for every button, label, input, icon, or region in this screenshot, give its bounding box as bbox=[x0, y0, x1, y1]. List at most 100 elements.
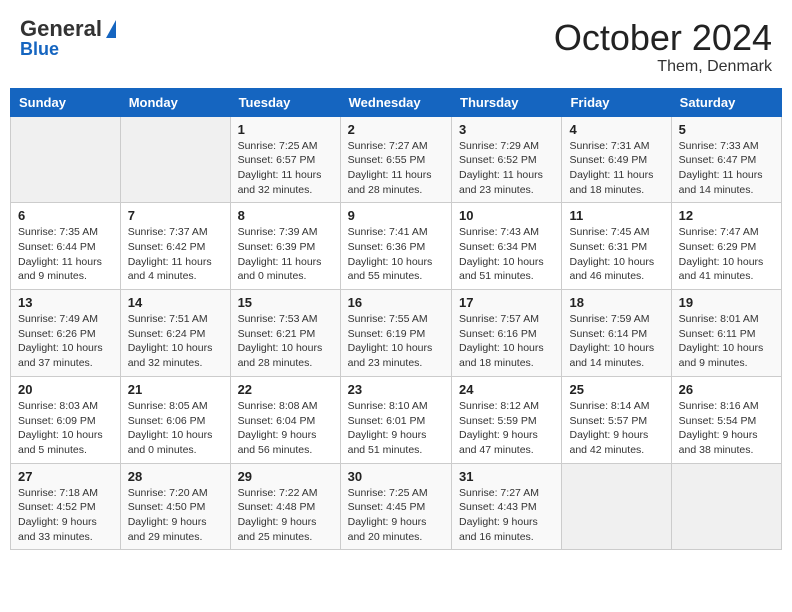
weekday-header-tuesday: Tuesday bbox=[230, 88, 340, 116]
calendar-week-2: 6 Sunrise: 7:35 AMSunset: 6:44 PMDaylight… bbox=[11, 203, 782, 290]
day-info: Sunrise: 7:47 AMSunset: 6:29 PMDaylight:… bbox=[679, 225, 774, 284]
day-info: Sunrise: 7:57 AMSunset: 6:16 PMDaylight:… bbox=[459, 312, 554, 371]
calendar-week-4: 20 Sunrise: 8:03 AMSunset: 6:09 PMDayligh… bbox=[11, 376, 782, 463]
calendar-cell: 22Sunrise: 8:08 AMSunset: 6:04 PMDayligh… bbox=[230, 376, 340, 463]
day-info: Sunrise: 7:41 AMSunset: 6:36 PMDaylight:… bbox=[348, 225, 444, 284]
calendar-cell: 8 Sunrise: 7:39 AMSunset: 6:39 PMDaylight… bbox=[230, 203, 340, 290]
calendar-cell: 16Sunrise: 7:55 AMSunset: 6:19 PMDayligh… bbox=[340, 290, 451, 377]
day-number: 22 bbox=[238, 382, 333, 397]
day-info: Sunrise: 8:10 AMSunset: 6:01 PMDaylight:… bbox=[348, 399, 444, 458]
day-number: 21 bbox=[128, 382, 223, 397]
month-title: October 2024 Them, Denmark bbox=[554, 18, 772, 76]
calendar-cell: 6 Sunrise: 7:35 AMSunset: 6:44 PMDaylight… bbox=[11, 203, 121, 290]
month-year: October 2024 bbox=[554, 18, 772, 58]
day-info: Sunrise: 7:22 AMSunset: 4:48 PMDaylight:… bbox=[238, 486, 333, 545]
day-number: 11 bbox=[569, 208, 663, 223]
day-number: 6 bbox=[18, 208, 113, 223]
day-number: 20 bbox=[18, 382, 113, 397]
calendar-cell: 28Sunrise: 7:20 AMSunset: 4:50 PMDayligh… bbox=[120, 463, 230, 550]
calendar-cell: 7 Sunrise: 7:37 AMSunset: 6:42 PMDaylight… bbox=[120, 203, 230, 290]
weekday-header-sunday: Sunday bbox=[11, 88, 121, 116]
calendar-cell: 17 Sunrise: 7:57 AMSunset: 6:16 PMDayligh… bbox=[452, 290, 562, 377]
day-number: 28 bbox=[128, 469, 223, 484]
day-number: 12 bbox=[679, 208, 774, 223]
day-number: 8 bbox=[238, 208, 333, 223]
logo-text: General bbox=[20, 18, 102, 40]
day-number: 19 bbox=[679, 295, 774, 310]
calendar-cell: 19 Sunrise: 8:01 AMSunset: 6:11 PMDayligh… bbox=[671, 290, 781, 377]
day-number: 5 bbox=[679, 122, 774, 137]
weekday-header-saturday: Saturday bbox=[671, 88, 781, 116]
weekday-header-thursday: Thursday bbox=[452, 88, 562, 116]
day-number: 4 bbox=[569, 122, 663, 137]
calendar-cell: 11 Sunrise: 7:45 AMSunset: 6:31 PMDayligh… bbox=[562, 203, 671, 290]
day-info: Sunrise: 8:03 AMSunset: 6:09 PMDaylight:… bbox=[18, 399, 113, 458]
calendar-cell: 24Sunrise: 8:12 AMSunset: 5:59 PMDayligh… bbox=[452, 376, 562, 463]
calendar-cell: 12 Sunrise: 7:47 AMSunset: 6:29 PMDayligh… bbox=[671, 203, 781, 290]
day-info: Sunrise: 8:12 AMSunset: 5:59 PMDaylight:… bbox=[459, 399, 554, 458]
day-info: Sunrise: 7:45 AMSunset: 6:31 PMDaylight:… bbox=[569, 225, 663, 284]
day-info: Sunrise: 7:25 AMSunset: 4:45 PMDaylight:… bbox=[348, 486, 444, 545]
day-number: 14 bbox=[128, 295, 223, 310]
calendar-week-1: 1 Sunrise: 7:25 AMSunset: 6:57 PMDaylight… bbox=[11, 116, 782, 203]
day-number: 18 bbox=[569, 295, 663, 310]
weekday-header-monday: Monday bbox=[120, 88, 230, 116]
day-info: Sunrise: 7:37 AMSunset: 6:42 PMDaylight:… bbox=[128, 225, 223, 284]
day-number: 13 bbox=[18, 295, 113, 310]
day-number: 29 bbox=[238, 469, 333, 484]
calendar-header-row: SundayMondayTuesdayWednesdayThursdayFrid… bbox=[11, 88, 782, 116]
day-number: 10 bbox=[459, 208, 554, 223]
calendar-week-5: 27 Sunrise: 7:18 AMSunset: 4:52 PMDayligh… bbox=[11, 463, 782, 550]
day-info: Sunrise: 7:59 AMSunset: 6:14 PMDaylight:… bbox=[569, 312, 663, 371]
calendar-cell: 18 Sunrise: 7:59 AMSunset: 6:14 PMDayligh… bbox=[562, 290, 671, 377]
day-number: 15 bbox=[238, 295, 333, 310]
calendar-cell: 15 Sunrise: 7:53 AMSunset: 6:21 PMDayligh… bbox=[230, 290, 340, 377]
day-info: Sunrise: 7:29 AMSunset: 6:52 PMDaylight:… bbox=[459, 139, 554, 198]
day-number: 30 bbox=[348, 469, 444, 484]
day-number: 17 bbox=[459, 295, 554, 310]
calendar-cell: 1 Sunrise: 7:25 AMSunset: 6:57 PMDaylight… bbox=[230, 116, 340, 203]
calendar-cell: 26Sunrise: 8:16 AMSunset: 5:54 PMDayligh… bbox=[671, 376, 781, 463]
day-info: Sunrise: 7:27 AMSunset: 6:55 PMDaylight:… bbox=[348, 139, 444, 198]
calendar-cell: 10 Sunrise: 7:43 AMSunset: 6:34 PMDayligh… bbox=[452, 203, 562, 290]
day-number: 16 bbox=[348, 295, 444, 310]
day-number: 31 bbox=[459, 469, 554, 484]
day-info: Sunrise: 7:39 AMSunset: 6:39 PMDaylight:… bbox=[238, 225, 333, 284]
day-info: Sunrise: 8:14 AMSunset: 5:57 PMDaylight:… bbox=[569, 399, 663, 458]
day-info: Sunrise: 8:01 AMSunset: 6:11 PMDaylight:… bbox=[679, 312, 774, 371]
day-info: Sunrise: 7:18 AMSunset: 4:52 PMDaylight:… bbox=[18, 486, 113, 545]
day-info: Sunrise: 8:16 AMSunset: 5:54 PMDaylight:… bbox=[679, 399, 774, 458]
day-info: Sunrise: 7:53 AMSunset: 6:21 PMDaylight:… bbox=[238, 312, 333, 371]
weekday-header-friday: Friday bbox=[562, 88, 671, 116]
location: Them, Denmark bbox=[554, 58, 772, 76]
day-number: 27 bbox=[18, 469, 113, 484]
day-number: 25 bbox=[569, 382, 663, 397]
calendar-cell: 9Sunrise: 7:41 AMSunset: 6:36 PMDaylight… bbox=[340, 203, 451, 290]
day-number: 1 bbox=[238, 122, 333, 137]
day-number: 2 bbox=[348, 122, 444, 137]
day-number: 7 bbox=[128, 208, 223, 223]
day-info: Sunrise: 7:31 AMSunset: 6:49 PMDaylight:… bbox=[569, 139, 663, 198]
calendar-table: SundayMondayTuesdayWednesdayThursdayFrid… bbox=[10, 88, 782, 551]
calendar-cell: 3 Sunrise: 7:29 AMSunset: 6:52 PMDaylight… bbox=[452, 116, 562, 203]
calendar-cell: 2 Sunrise: 7:27 AMSunset: 6:55 PMDaylight… bbox=[340, 116, 451, 203]
day-number: 3 bbox=[459, 122, 554, 137]
calendar-cell: 14 Sunrise: 7:51 AMSunset: 6:24 PMDayligh… bbox=[120, 290, 230, 377]
calendar-cell: 29 Sunrise: 7:22 AMSunset: 4:48 PMDayligh… bbox=[230, 463, 340, 550]
day-info: Sunrise: 7:51 AMSunset: 6:24 PMDaylight:… bbox=[128, 312, 223, 371]
logo-blue: Blue bbox=[20, 40, 59, 58]
day-info: Sunrise: 7:25 AMSunset: 6:57 PMDaylight:… bbox=[238, 139, 333, 198]
weekday-header-wednesday: Wednesday bbox=[340, 88, 451, 116]
calendar-cell: 27 Sunrise: 7:18 AMSunset: 4:52 PMDayligh… bbox=[11, 463, 121, 550]
calendar-cell: 21Sunrise: 8:05 AMSunset: 6:06 PMDayligh… bbox=[120, 376, 230, 463]
calendar-cell: 31Sunrise: 7:27 AMSunset: 4:43 PMDayligh… bbox=[452, 463, 562, 550]
logo: General Blue bbox=[20, 18, 116, 58]
day-info: Sunrise: 7:33 AMSunset: 6:47 PMDaylight:… bbox=[679, 139, 774, 198]
day-info: Sunrise: 7:35 AMSunset: 6:44 PMDaylight:… bbox=[18, 225, 113, 284]
calendar-cell: 25 Sunrise: 8:14 AMSunset: 5:57 PMDayligh… bbox=[562, 376, 671, 463]
day-info: Sunrise: 7:43 AMSunset: 6:34 PMDaylight:… bbox=[459, 225, 554, 284]
calendar-cell: 13 Sunrise: 7:49 AMSunset: 6:26 PMDayligh… bbox=[11, 290, 121, 377]
calendar-cell bbox=[11, 116, 121, 203]
day-info: Sunrise: 7:49 AMSunset: 6:26 PMDaylight:… bbox=[18, 312, 113, 371]
calendar-cell: 5 Sunrise: 7:33 AMSunset: 6:47 PMDaylight… bbox=[671, 116, 781, 203]
